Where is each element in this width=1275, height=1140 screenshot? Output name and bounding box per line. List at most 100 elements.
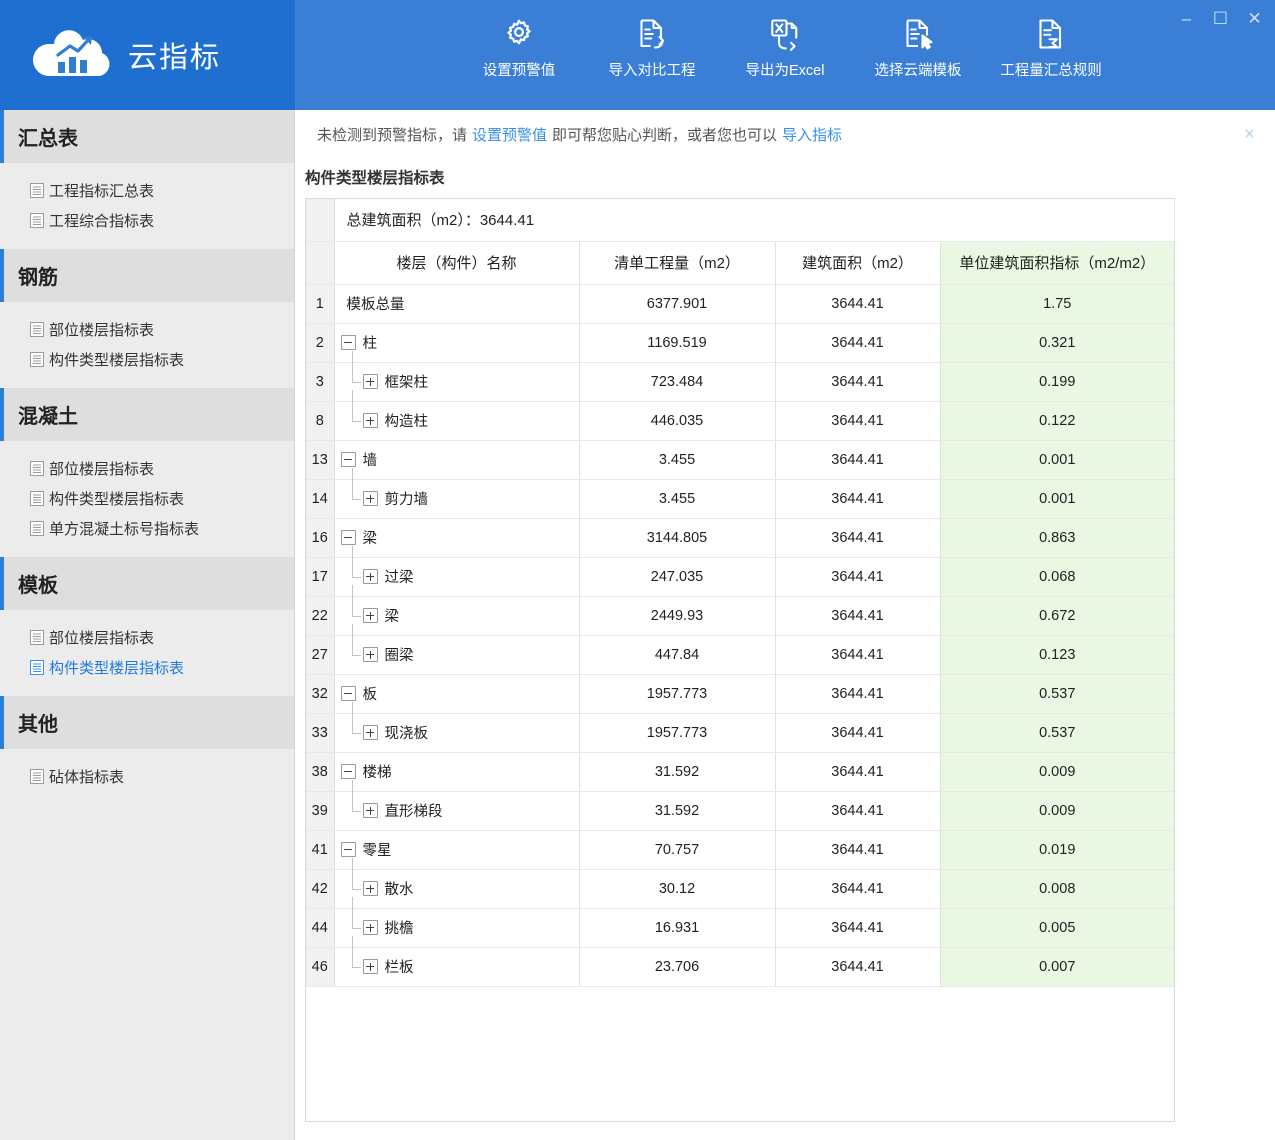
row-name-wrapper: 挑檐	[341, 896, 579, 947]
row-name-label: 直形梯段	[384, 804, 443, 820]
notice-close-icon[interactable]: ×	[1244, 125, 1255, 144]
sidebar-item-concrete-part-floor-index[interactable]: 部位楼层指标表	[0, 453, 294, 483]
document-list-icon	[30, 351, 44, 367]
column-header-unit-index[interactable]: 单位建筑面积指标（m2/m2）	[940, 241, 1174, 285]
document-list-icon	[30, 520, 44, 536]
sidebar-item-rebar-component-floor-index[interactable]: 构件类型楼层指标表	[0, 344, 294, 374]
close-button[interactable]: ✕	[1246, 10, 1263, 27]
sidebar-group-list: 部位楼层指标表 构件类型楼层指标表 单方混凝土标号指标表	[0, 441, 294, 557]
toolbar-button-select-cloud-template[interactable]: 选择云端模板	[852, 16, 985, 80]
sidebar-item-concrete-component-floor-index[interactable]: 构件类型楼层指标表	[0, 483, 294, 513]
column-header-name[interactable]: 楼层（构件）名称	[334, 241, 580, 285]
row-quantity: 3.455	[579, 479, 776, 519]
notice-link-set-warning-value[interactable]: 设置预警值	[472, 124, 547, 145]
row-unit-index: 0.007	[940, 947, 1174, 987]
maximize-button[interactable]: ☐	[1212, 10, 1229, 27]
row-building-area: 3644.41	[775, 596, 941, 636]
table-row[interactable]: 42 散水 30.12 3644.41 0.008	[306, 857, 1174, 909]
minimize-button[interactable]: –	[1178, 10, 1195, 27]
collapse-expander-icon[interactable]	[340, 530, 356, 545]
collapse-expander-icon[interactable]	[340, 452, 356, 467]
row-name-wrapper: 板	[340, 675, 579, 713]
sidebar-item-unit-concrete-grade-index[interactable]: 单方混凝土标号指标表	[0, 513, 294, 543]
table-row[interactable]: 16 梁 3144.805 3644.41 0.863	[306, 518, 1174, 558]
toolbar-button-export-excel[interactable]: 导出为Excel	[719, 16, 852, 80]
sidebar-item-formwork-component-floor-index[interactable]: 构件类型楼层指标表	[0, 652, 294, 682]
row-name-wrapper: 栏板	[341, 935, 579, 986]
table-row[interactable]: 33 现浇板 1957.773 3644.41 0.537	[306, 701, 1174, 753]
row-quantity: 70.757	[579, 830, 776, 870]
sidebar-item-masonry-index[interactable]: 砧体指标表	[0, 761, 294, 791]
toolbar-button-quantity-summary-rules[interactable]: 工程量汇总规则	[985, 16, 1118, 80]
table-row[interactable]: 2 柱 1169.519 3644.41 0.321	[306, 323, 1174, 363]
toolbar-button-set-warning-value[interactable]: 设置预警值	[453, 16, 586, 80]
row-building-area: 3644.41	[775, 518, 941, 558]
table-row[interactable]: 8 构造柱 446.035 3644.41 0.122	[306, 389, 1174, 441]
document-list-icon	[30, 460, 44, 476]
table-header-row: 楼层（构件）名称 清单工程量（m2） 建筑面积（m2） 单位建筑面积指标（m2/…	[306, 241, 1174, 285]
tree-indent	[341, 389, 363, 440]
table-row[interactable]: 3 框架柱 723.484 3644.41 0.199	[306, 350, 1174, 402]
collapse-expander-icon[interactable]	[340, 335, 356, 350]
expand-expander-icon[interactable]	[362, 374, 378, 389]
toolbar-button-import-compare-project[interactable]: 导入对比工程	[586, 16, 719, 80]
table-row[interactable]: 44 挑檐 16.931 3644.41 0.005	[306, 896, 1174, 948]
row-unit-index: 0.123	[940, 635, 1174, 675]
table-row[interactable]: 39 直形梯段 31.592 3644.41 0.009	[306, 779, 1174, 831]
expand-expander-icon[interactable]	[362, 491, 378, 506]
column-header-building-area[interactable]: 建筑面积（m2）	[775, 241, 941, 285]
expand-expander-icon[interactable]	[362, 569, 378, 584]
table-row[interactable]: 41 零星 70.757 3644.41 0.019	[306, 830, 1174, 870]
sidebar-item-project-index-summary[interactable]: 工程指标汇总表	[0, 175, 294, 205]
tree-indent	[341, 467, 363, 518]
table-row[interactable]: 14 剪力墙 3.455 3644.41 0.001	[306, 467, 1174, 519]
sidebar-item-label: 构件类型楼层指标表	[49, 351, 185, 369]
expand-expander-icon[interactable]	[362, 413, 378, 428]
indicator-table: 总建筑面积（m2）：3644.41 楼层（构件）名称 清单工程量（m2） 建筑面…	[306, 199, 1175, 987]
collapse-expander-icon[interactable]	[340, 686, 356, 701]
row-name-cell: 梁	[334, 584, 580, 636]
table-row[interactable]: 38 楼梯 31.592 3644.41 0.009	[306, 752, 1174, 792]
expand-expander-icon[interactable]	[362, 959, 378, 974]
sidebar-group-title: 其他	[18, 714, 58, 736]
table-row[interactable]: 46 栏板 23.706 3644.41 0.007	[306, 935, 1174, 987]
table-row[interactable]: 1 模板总量 6377.901 3644.41 1.75	[306, 284, 1174, 324]
row-name-cell: 框架柱	[334, 350, 580, 402]
row-name-cell: 挑檐	[334, 896, 580, 948]
sidebar-item-project-comprehensive-index[interactable]: 工程综合指标表	[0, 205, 294, 235]
row-name-label: 剪力墙	[384, 492, 429, 508]
row-number: 1	[306, 284, 335, 324]
expand-expander-icon[interactable]	[362, 881, 378, 896]
sidebar-group-title: 混凝土	[18, 406, 78, 428]
table-row[interactable]: 27 圈梁 447.84 3644.41 0.123	[306, 623, 1174, 675]
row-name-label: 楼梯	[362, 765, 392, 781]
collapse-expander-icon[interactable]	[340, 842, 356, 857]
expand-expander-icon[interactable]	[362, 725, 378, 740]
row-number: 27	[306, 635, 335, 675]
row-quantity: 23.706	[579, 947, 776, 987]
expand-expander-icon[interactable]	[362, 920, 378, 935]
column-header-quantity[interactable]: 清单工程量（m2）	[579, 241, 776, 285]
row-name-label: 挑檐	[384, 921, 414, 937]
table-row[interactable]: 32 板 1957.773 3644.41 0.537	[306, 674, 1174, 714]
sidebar-group-header: 汇总表	[0, 110, 294, 163]
table-row[interactable]: 22 梁 2449.93 3644.41 0.672	[306, 584, 1174, 636]
collapse-expander-icon[interactable]	[340, 764, 356, 779]
sidebar-item-formwork-part-floor-index[interactable]: 部位楼层指标表	[0, 622, 294, 652]
row-number: 32	[306, 674, 335, 714]
notice-link-import-index[interactable]: 导入指标	[782, 124, 842, 145]
row-name-wrapper: 构造柱	[341, 389, 579, 440]
sidebar-group-list: 砧体指标表	[0, 749, 294, 805]
expand-expander-icon[interactable]	[362, 647, 378, 662]
row-name-wrapper: 过梁	[341, 545, 579, 596]
cloud-chart-logo-icon	[28, 24, 114, 86]
row-number: 39	[306, 791, 335, 831]
sidebar-item-label: 部位楼层指标表	[49, 629, 155, 647]
sidebar-item-rebar-part-floor-index[interactable]: 部位楼层指标表	[0, 314, 294, 344]
expand-expander-icon[interactable]	[362, 803, 378, 818]
table-row[interactable]: 17 过梁 247.035 3644.41 0.068	[306, 545, 1174, 597]
expand-expander-icon[interactable]	[362, 608, 378, 623]
brand-area: 云指标	[0, 0, 295, 110]
notice-text-before: 未检测到预警指标，请	[317, 126, 468, 144]
table-row[interactable]: 13 墙 3.455 3644.41 0.001	[306, 440, 1174, 480]
